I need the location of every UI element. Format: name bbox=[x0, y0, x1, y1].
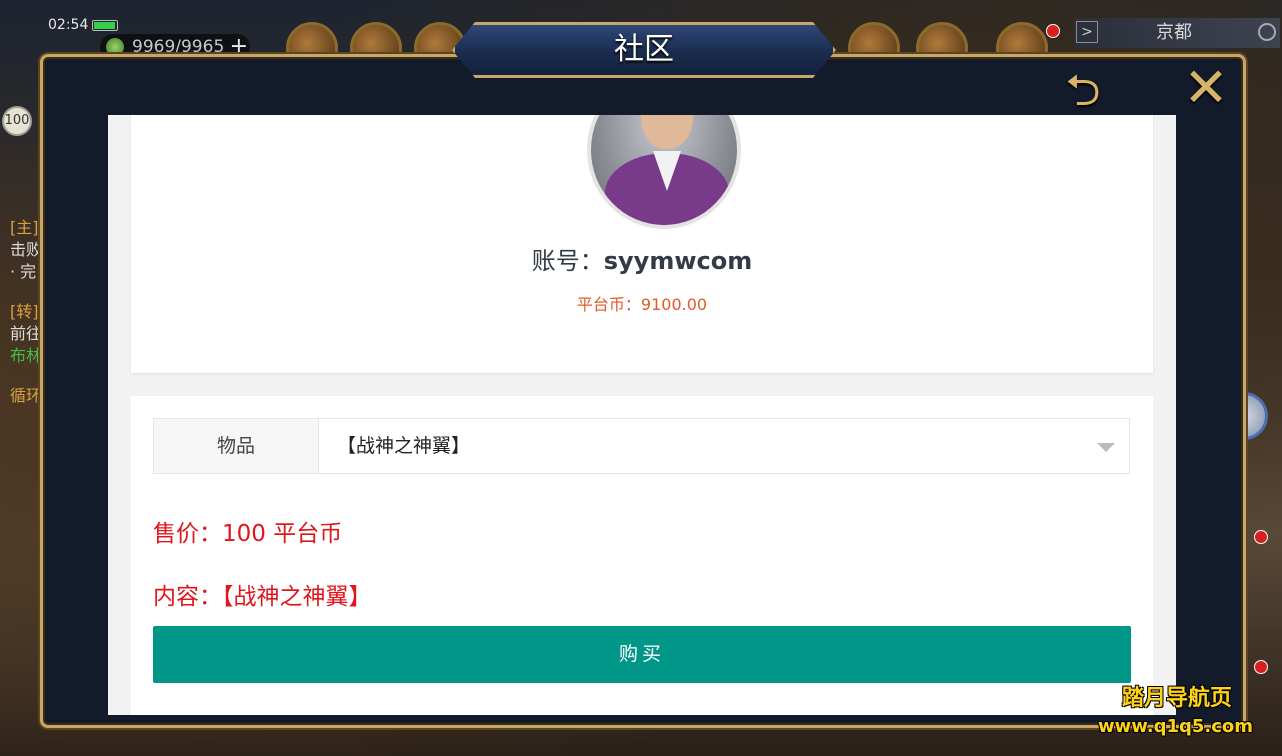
account-line: 账号：syymwcom bbox=[131, 241, 1153, 276]
notification-dot bbox=[1046, 24, 1060, 38]
close-button[interactable]: ✕ bbox=[1178, 60, 1234, 116]
quest-line: 击败 bbox=[10, 240, 43, 259]
city-banner: > 京都 bbox=[1074, 18, 1280, 48]
content-text: 内容：【战神之神翼】 bbox=[153, 584, 372, 610]
level-badge: 100 bbox=[2, 106, 32, 136]
item-row: 物品 【战神之神翼】 bbox=[153, 418, 1130, 474]
quest-line: 前往 bbox=[10, 324, 43, 343]
balance-text: 平台币：9100.00 bbox=[576, 295, 708, 314]
account-label: 账号： bbox=[531, 247, 604, 275]
expand-arrow-icon[interactable]: > bbox=[1076, 21, 1098, 43]
battery-fill bbox=[94, 22, 115, 29]
quest-line: [转] bbox=[10, 302, 39, 321]
quest-line: 布林 bbox=[10, 346, 43, 365]
price-text: 售价：100 平台币 bbox=[153, 521, 343, 547]
status-time: 02:54 bbox=[48, 17, 89, 33]
notification-dot bbox=[1254, 660, 1268, 674]
buy-button[interactable]: 购买 bbox=[153, 626, 1131, 683]
item-select[interactable]: 【战神之神翼】 bbox=[319, 419, 1129, 473]
watermark-url: www.q1q5.com bbox=[1098, 716, 1254, 737]
avatar-face bbox=[641, 115, 693, 149]
settings-icon[interactable] bbox=[1258, 23, 1276, 41]
quest-line: · 完 bbox=[10, 262, 37, 281]
city-name: 京都 bbox=[1156, 22, 1192, 43]
watermark-title: 踏月导航页 bbox=[1122, 686, 1233, 711]
account-value: syymwcom bbox=[603, 247, 753, 275]
modal-title: 社区 bbox=[614, 32, 674, 67]
quest-line: 循环 bbox=[10, 386, 43, 405]
item-label: 物品 bbox=[154, 419, 319, 473]
item-select-value: 【战神之神翼】 bbox=[337, 435, 471, 457]
notification-dot bbox=[1254, 530, 1268, 544]
battery-icon bbox=[92, 20, 118, 31]
quest-line: [主] bbox=[10, 218, 39, 237]
chevron-down-icon bbox=[1097, 443, 1115, 452]
profile-card: 账号：syymwcom 平台币：9100.00 bbox=[131, 115, 1153, 373]
avatar bbox=[587, 115, 741, 229]
community-webview: 账号：syymwcom 平台币：9100.00 物品 【战神之神翼】 售价：10… bbox=[108, 115, 1176, 715]
order-card: 物品 【战神之神翼】 售价：100 平台币 内容：【战神之神翼】 购买 bbox=[131, 396, 1153, 715]
back-button[interactable]: ⮌ bbox=[1046, 66, 1120, 116]
status-bar: 02:54 bbox=[0, 14, 130, 36]
